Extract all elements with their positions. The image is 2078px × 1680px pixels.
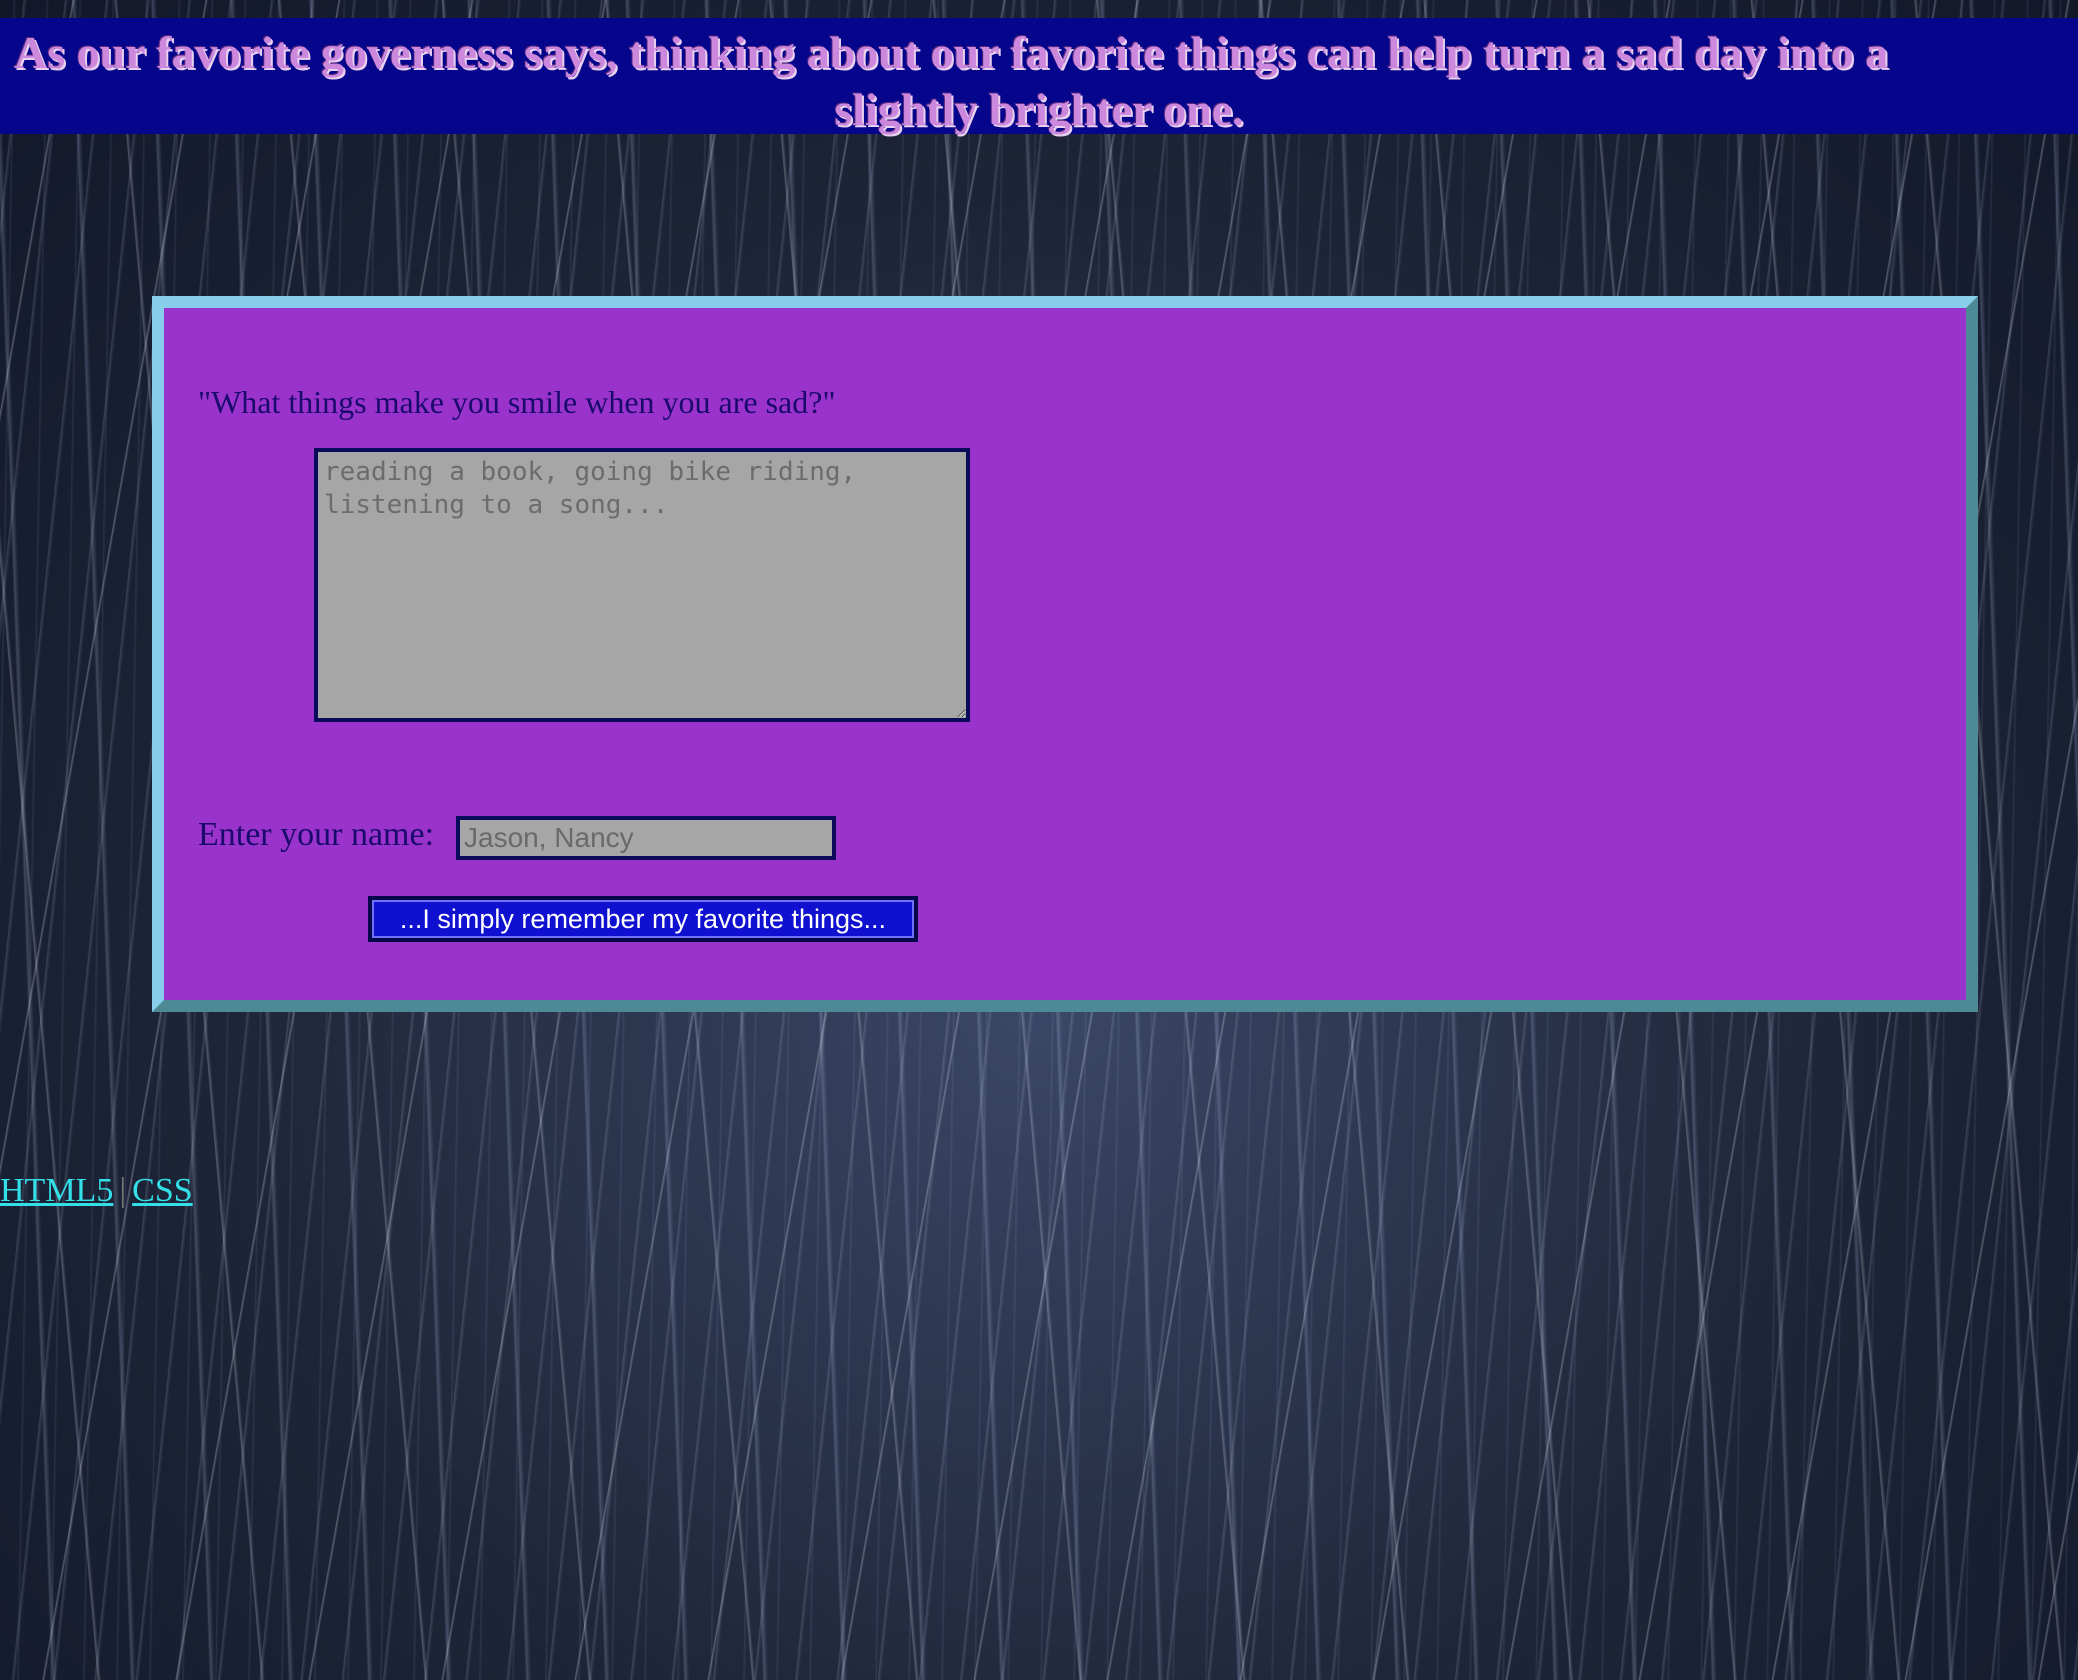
favorite-things-form: "What things make you smile when you are… — [152, 296, 1978, 1012]
name-input[interactable] — [456, 816, 836, 860]
question-label: "What things make you smile when you are… — [198, 384, 836, 420]
link-separator: | — [119, 1172, 127, 1209]
page-body: { "banner": { "line1": "As our favorite … — [0, 0, 2078, 1680]
header-banner: As our favorite governess says, thinking… — [0, 18, 2078, 135]
page-title-line-1: As our favorite governess says, thinking… — [14, 27, 1889, 78]
name-label: Enter your name: — [198, 816, 435, 853]
favorite-things-textarea[interactable] — [314, 448, 970, 722]
page-title: As our favorite governess says, thinking… — [0, 24, 2078, 138]
css-link[interactable]: CSS — [132, 1172, 193, 1209]
html5-link[interactable]: HTML5 — [0, 1172, 113, 1209]
footer-links: HTML5 | CSS — [0, 1172, 193, 1210]
page-title-line-2: slightly brighter one. — [834, 84, 1244, 135]
submit-button[interactable]: ...I simply remember my favorite things.… — [368, 896, 918, 942]
